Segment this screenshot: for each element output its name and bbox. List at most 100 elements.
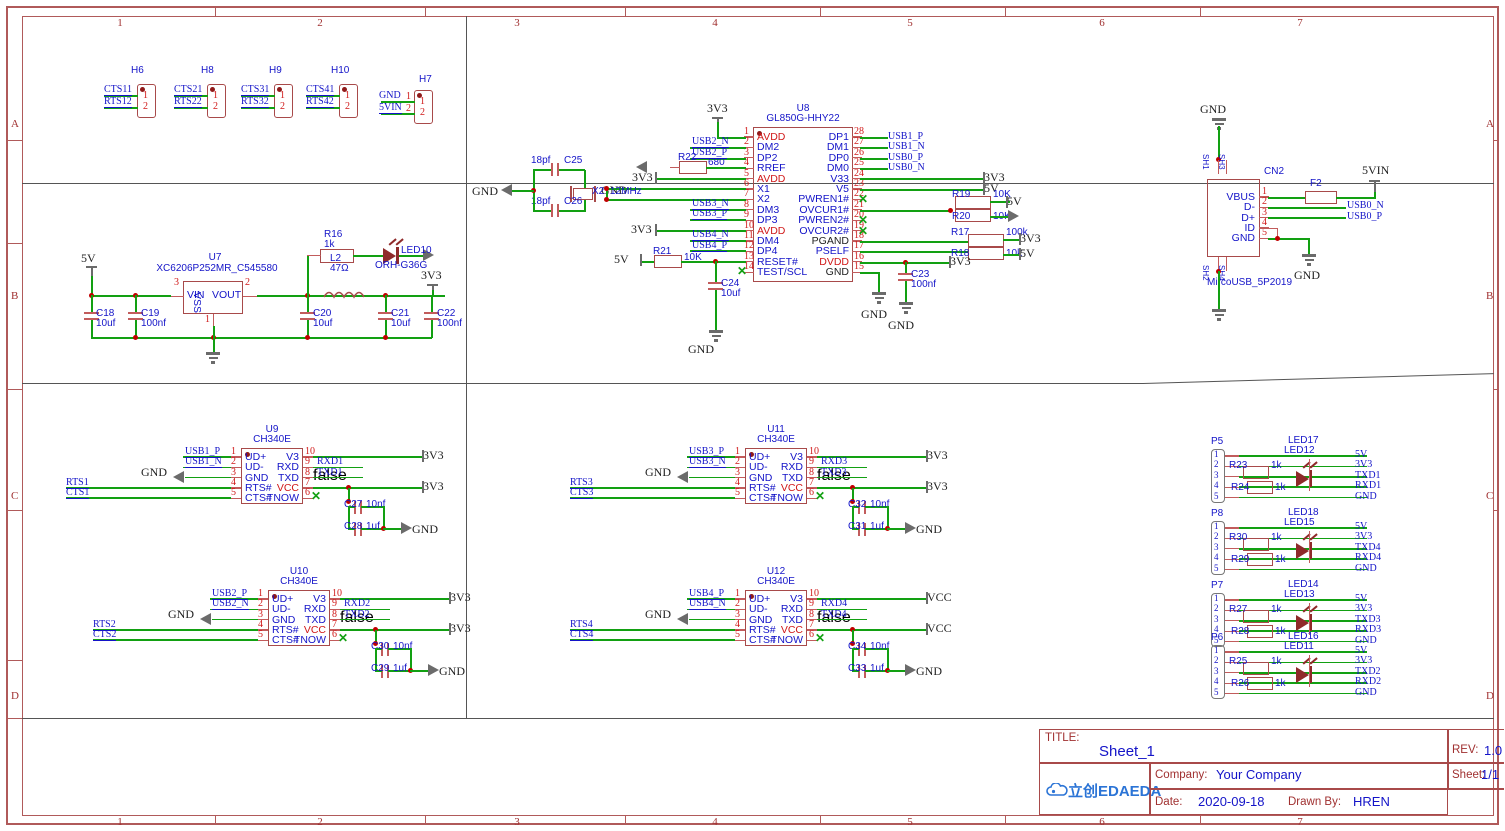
resistor-value: 1k (1271, 459, 1282, 471)
pin-label-vout: VOUT (212, 289, 242, 301)
power-label-gnd: GND (916, 663, 942, 678)
power-flag (640, 254, 642, 266)
wire (570, 487, 735, 489)
pin-line (670, 167, 680, 169)
wire (905, 281, 907, 302)
capacitor-value: 100nf (141, 318, 167, 329)
inductor-value: 47Ω (330, 263, 349, 274)
wire (93, 629, 258, 631)
pin-number: 7 (744, 188, 749, 200)
power-label-rail: 3V3 (927, 478, 948, 493)
capacitor-value: 10uf (96, 318, 116, 329)
net-label: USB4_P (692, 240, 728, 252)
zone-label-top-1: 1 (117, 17, 123, 29)
capacitor-refdes: C29 (371, 662, 390, 674)
zone-label-row-a: A (11, 118, 19, 130)
zone-tick (6, 140, 23, 141)
port-pin-number: 2 (1214, 531, 1219, 542)
wire (431, 295, 433, 312)
resistor-value: 1k (324, 239, 335, 250)
zone-tick (6, 243, 23, 244)
resistor-refdes: R28 (1231, 626, 1250, 638)
net-label: TXD4 (821, 608, 847, 620)
resistor-body (1247, 625, 1273, 639)
junction (305, 335, 310, 340)
capacitor-plate (551, 204, 553, 217)
wire (860, 210, 950, 212)
zone-label-top-7: 7 (1297, 17, 1303, 29)
resistor-value: 1k (1275, 482, 1286, 494)
zone-label-bottom-2: 2 (317, 816, 323, 828)
net-label: 5V (1355, 449, 1368, 460)
crystal-value: 12MHz (610, 186, 642, 197)
pin-line (1309, 654, 1311, 687)
wire (533, 169, 551, 171)
resistor-refdes: R22 (678, 152, 697, 163)
zone-tick (215, 815, 216, 825)
zone-label-bottom-4: 4 (712, 816, 718, 828)
header-pin-number: 1 (143, 90, 148, 101)
zone-label-row-d: D (11, 690, 19, 702)
wire (135, 295, 137, 312)
hub-part: GL850G-HHY22 (766, 113, 840, 124)
power-flag (926, 622, 928, 635)
net-label-text: RTS32 (241, 96, 269, 108)
wire (715, 261, 717, 282)
pin-number: 5 (258, 629, 263, 641)
led-refdes: LED12 (1284, 445, 1315, 456)
power-label-3v3: 3V3 (421, 268, 442, 282)
zone-label-bottom-5: 5 (907, 816, 913, 828)
wire (1239, 568, 1367, 571)
uart-part: CH340E (253, 434, 291, 445)
uart-part: CH340E (757, 434, 795, 445)
resistor-refdes: R25 (1229, 655, 1248, 667)
wire (410, 670, 428, 672)
fuse-body (1305, 191, 1337, 204)
port-pin-number: 1 (1214, 645, 1219, 655)
capacitor-value: 1uf (870, 662, 884, 674)
power-flag (449, 622, 451, 635)
power-flag (422, 450, 424, 462)
pin-line (1225, 651, 1239, 653)
wire (313, 487, 423, 489)
crystal-refdes: X2 (592, 186, 605, 197)
net-label: CTS4 (570, 629, 594, 642)
no-connect-marker: ✕ (737, 264, 748, 278)
net-label: CTS3 (570, 487, 594, 500)
port-pin-number: 2 (1214, 459, 1219, 470)
wire (689, 618, 735, 621)
net-label: USB1_N (888, 141, 925, 152)
capacitor-refdes: C27 (344, 498, 363, 510)
power-label-gnd: GND (1294, 268, 1320, 282)
resistor-body (968, 234, 1004, 247)
pin-number: 6 (809, 487, 814, 499)
wire (91, 295, 171, 297)
led-refdes: LED15 (1284, 517, 1315, 528)
pin-line (1225, 476, 1239, 478)
pin-line (1225, 548, 1239, 550)
power-label-3v3: 3V3 (631, 222, 652, 236)
wire (91, 320, 93, 338)
zone-tick (215, 6, 216, 17)
resistor-value: 1k (1275, 554, 1286, 566)
wire (1336, 197, 1376, 199)
net-label-text: CTS21 (174, 84, 203, 96)
power-label-rail: 3V3 (423, 478, 444, 493)
port-pin-number: 2 (1214, 603, 1219, 614)
capacitor-value: 10uf (721, 288, 741, 299)
power-flag (949, 256, 951, 268)
port-pin-number: 3 (1214, 613, 1219, 624)
junction (133, 335, 138, 340)
zone-label-top-4: 4 (712, 17, 718, 29)
net-label: USB4_N (692, 229, 729, 241)
net-label: RTS42 (306, 96, 334, 108)
wire (91, 337, 432, 339)
resistor-value: 1k (1275, 626, 1286, 638)
net-label: GND (379, 90, 401, 101)
net-label: RTS12 (104, 96, 132, 108)
capacitor-refdes: C30 (371, 640, 390, 652)
wire (860, 147, 888, 149)
net-label-text: CTS31 (241, 84, 270, 96)
pin-line (1225, 527, 1239, 529)
pin-number: 6 (332, 629, 337, 641)
